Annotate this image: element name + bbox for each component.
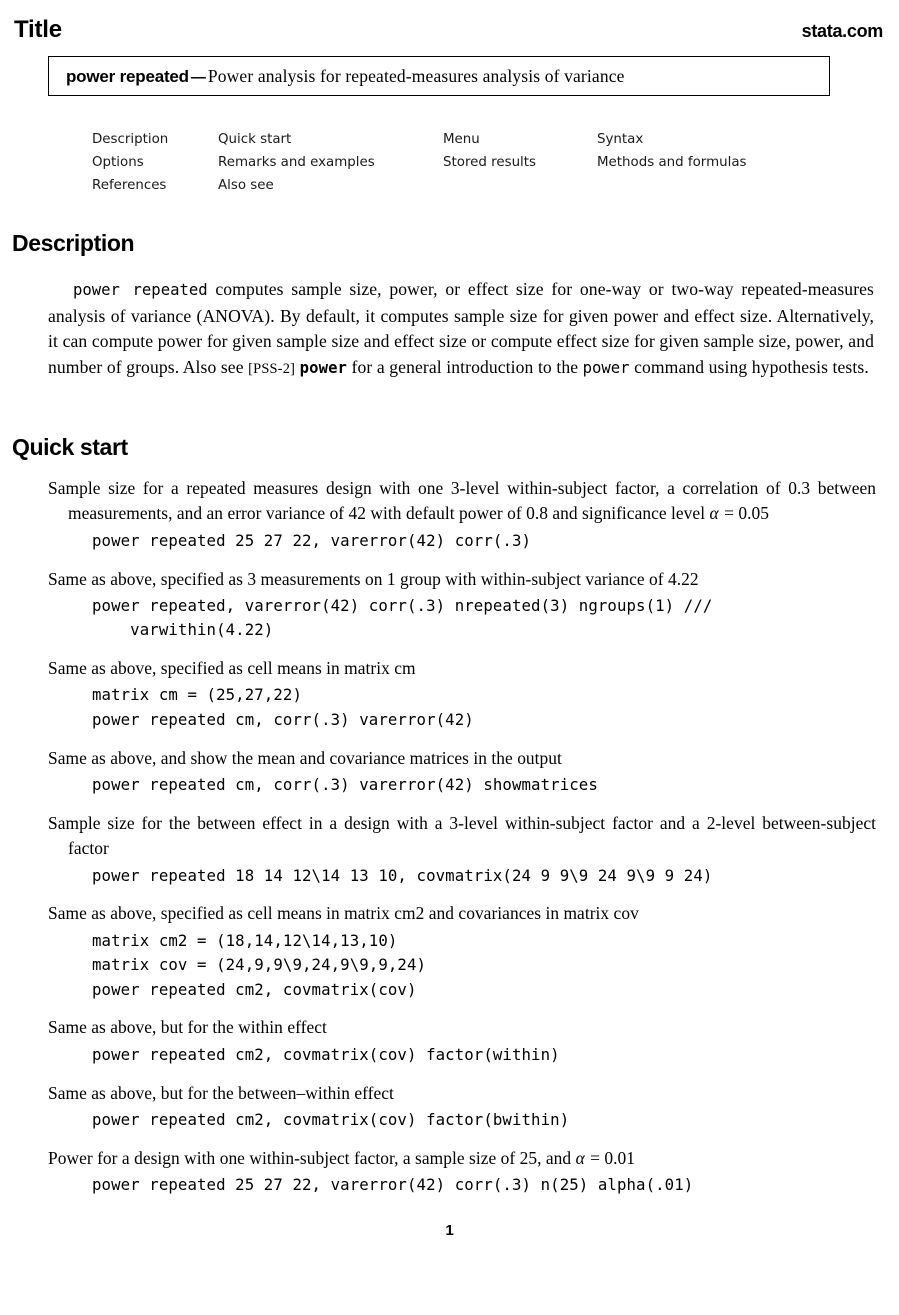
quick-start-item: Same as above, but for the between–withi… xyxy=(48,1081,876,1133)
quick-start-list: Sample size for a repeated measures desi… xyxy=(48,476,876,1198)
alpha-symbol: α xyxy=(575,1147,585,1168)
toc-row: Options Remarks and examples Stored resu… xyxy=(92,151,832,174)
quick-start-item: Same as above, and show the mean and cov… xyxy=(48,746,876,798)
alpha-value: = 0.01 xyxy=(585,1147,636,1168)
quick-start-item-code: power repeated, varerror(42) corr(.3) nr… xyxy=(92,595,713,640)
quick-start-item-text: Same as above, specified as cell means i… xyxy=(48,658,416,679)
section-heading-description: Description xyxy=(12,230,135,256)
alpha-value: = 0.05 xyxy=(719,503,769,524)
entry-dash: — xyxy=(190,69,206,86)
quick-start-item-code: power repeated cm, corr(.3) varerror(42)… xyxy=(92,775,598,795)
toc-link-stored-results[interactable]: Stored results xyxy=(443,151,536,174)
toc-link-syntax[interactable]: Syntax xyxy=(597,128,643,151)
quick-start-item-code: matrix cm = (25,27,22) power repeated cm… xyxy=(92,685,474,729)
description-text-2: for a general introduction to the xyxy=(347,356,583,377)
table-of-contents: Description Quick start Menu Syntax Opti… xyxy=(92,128,832,197)
quick-start-item-code: power repeated 18 14 12\14 13 10, covmat… xyxy=(92,865,713,885)
toc-link-references[interactable]: References xyxy=(92,174,166,197)
description-paragraph: power repeated computes sample size, pow… xyxy=(48,277,874,382)
quick-start-item-code: power repeated 25 27 22, varerror(42) co… xyxy=(92,530,532,550)
quick-start-item-text: Same as above, but for the within effect xyxy=(48,1017,327,1038)
qs-text-run: Power for a design with one within-subje… xyxy=(48,1147,576,1168)
inline-command-power-repeated: power repeated xyxy=(73,281,208,299)
toc-link-remarks-and-examples[interactable]: Remarks and examples xyxy=(218,151,375,174)
quick-start-item-text: Sample size for the between effect in a … xyxy=(48,812,876,859)
quick-start-item: Sample size for the between effect in a … xyxy=(48,811,876,888)
page-title: Title xyxy=(14,16,62,43)
quick-start-item-code: power repeated cm2, covmatrix(cov) facto… xyxy=(92,1109,570,1129)
quick-start-item-text: Same as above, specified as 3 measuremen… xyxy=(48,568,699,589)
quick-start-item-text: Same as above, and show the mean and cov… xyxy=(48,747,562,768)
quick-start-item-code: matrix cm2 = (18,14,12\14,13,10) matrix … xyxy=(92,930,427,999)
page-number: 1 xyxy=(445,1222,454,1239)
toc-row: References Also see xyxy=(92,174,832,197)
quick-start-item-text: Sample size for a repeated measures desi… xyxy=(48,476,876,527)
toc-link-description[interactable]: Description xyxy=(92,128,168,151)
description-text-3: command using hypothesis tests. xyxy=(629,356,869,377)
toc-link-methods-and-formulas[interactable]: Methods and formulas xyxy=(597,151,747,174)
entry-command-name: power repeated xyxy=(66,67,189,86)
quick-start-item-code: power repeated 25 27 22, varerror(42) co… xyxy=(92,1175,694,1195)
document-page: Title stata.com power repeated — Power ana… xyxy=(0,0,899,1315)
quick-start-item: Same as above, specified as cell means i… xyxy=(48,656,876,732)
quick-start-item: Same as above, but for the within effect… xyxy=(48,1015,876,1067)
quick-start-item-code: power repeated cm2, covmatrix(cov) facto… xyxy=(92,1044,560,1064)
inline-command-power: power xyxy=(582,358,630,377)
quick-start-item-text: Power for a design with one within-subje… xyxy=(48,1146,876,1171)
entry-title-line: power repeated — Power analysis for repeat… xyxy=(66,66,625,87)
toc-link-quick-start[interactable]: Quick start xyxy=(218,128,291,151)
quick-start-item-text: Same as above, specified as cell means i… xyxy=(48,903,639,924)
manual-reference-pss2[interactable]: [PSS-2] xyxy=(248,361,295,377)
entry-title-box: power repeated — Power analysis for repeat… xyxy=(48,56,830,96)
quick-start-item: Sample size for a repeated measures desi… xyxy=(48,476,876,553)
quick-start-item: Power for a design with one within-subje… xyxy=(48,1146,876,1198)
toc-row: Description Quick start Menu Syntax xyxy=(92,128,832,151)
toc-link-options[interactable]: Options xyxy=(92,151,144,174)
manual-reference-command-power[interactable]: power xyxy=(300,359,347,377)
alpha-symbol: α xyxy=(709,503,719,524)
quick-start-item: Same as above, specified as cell means i… xyxy=(48,901,876,1002)
toc-link-menu[interactable]: Menu xyxy=(443,128,480,151)
entry-description: Power analysis for repeated-measures ana… xyxy=(207,66,625,86)
stata-com-link[interactable]: stata.com xyxy=(802,21,884,42)
section-heading-quick-start: Quick start xyxy=(12,434,128,460)
quick-start-item: Same as above, specified as 3 measuremen… xyxy=(48,567,876,643)
running-header: Title stata.com xyxy=(0,16,899,46)
toc-link-also-see[interactable]: Also see xyxy=(218,174,274,197)
quick-start-item-text: Same as above, but for the between–withi… xyxy=(48,1082,394,1103)
